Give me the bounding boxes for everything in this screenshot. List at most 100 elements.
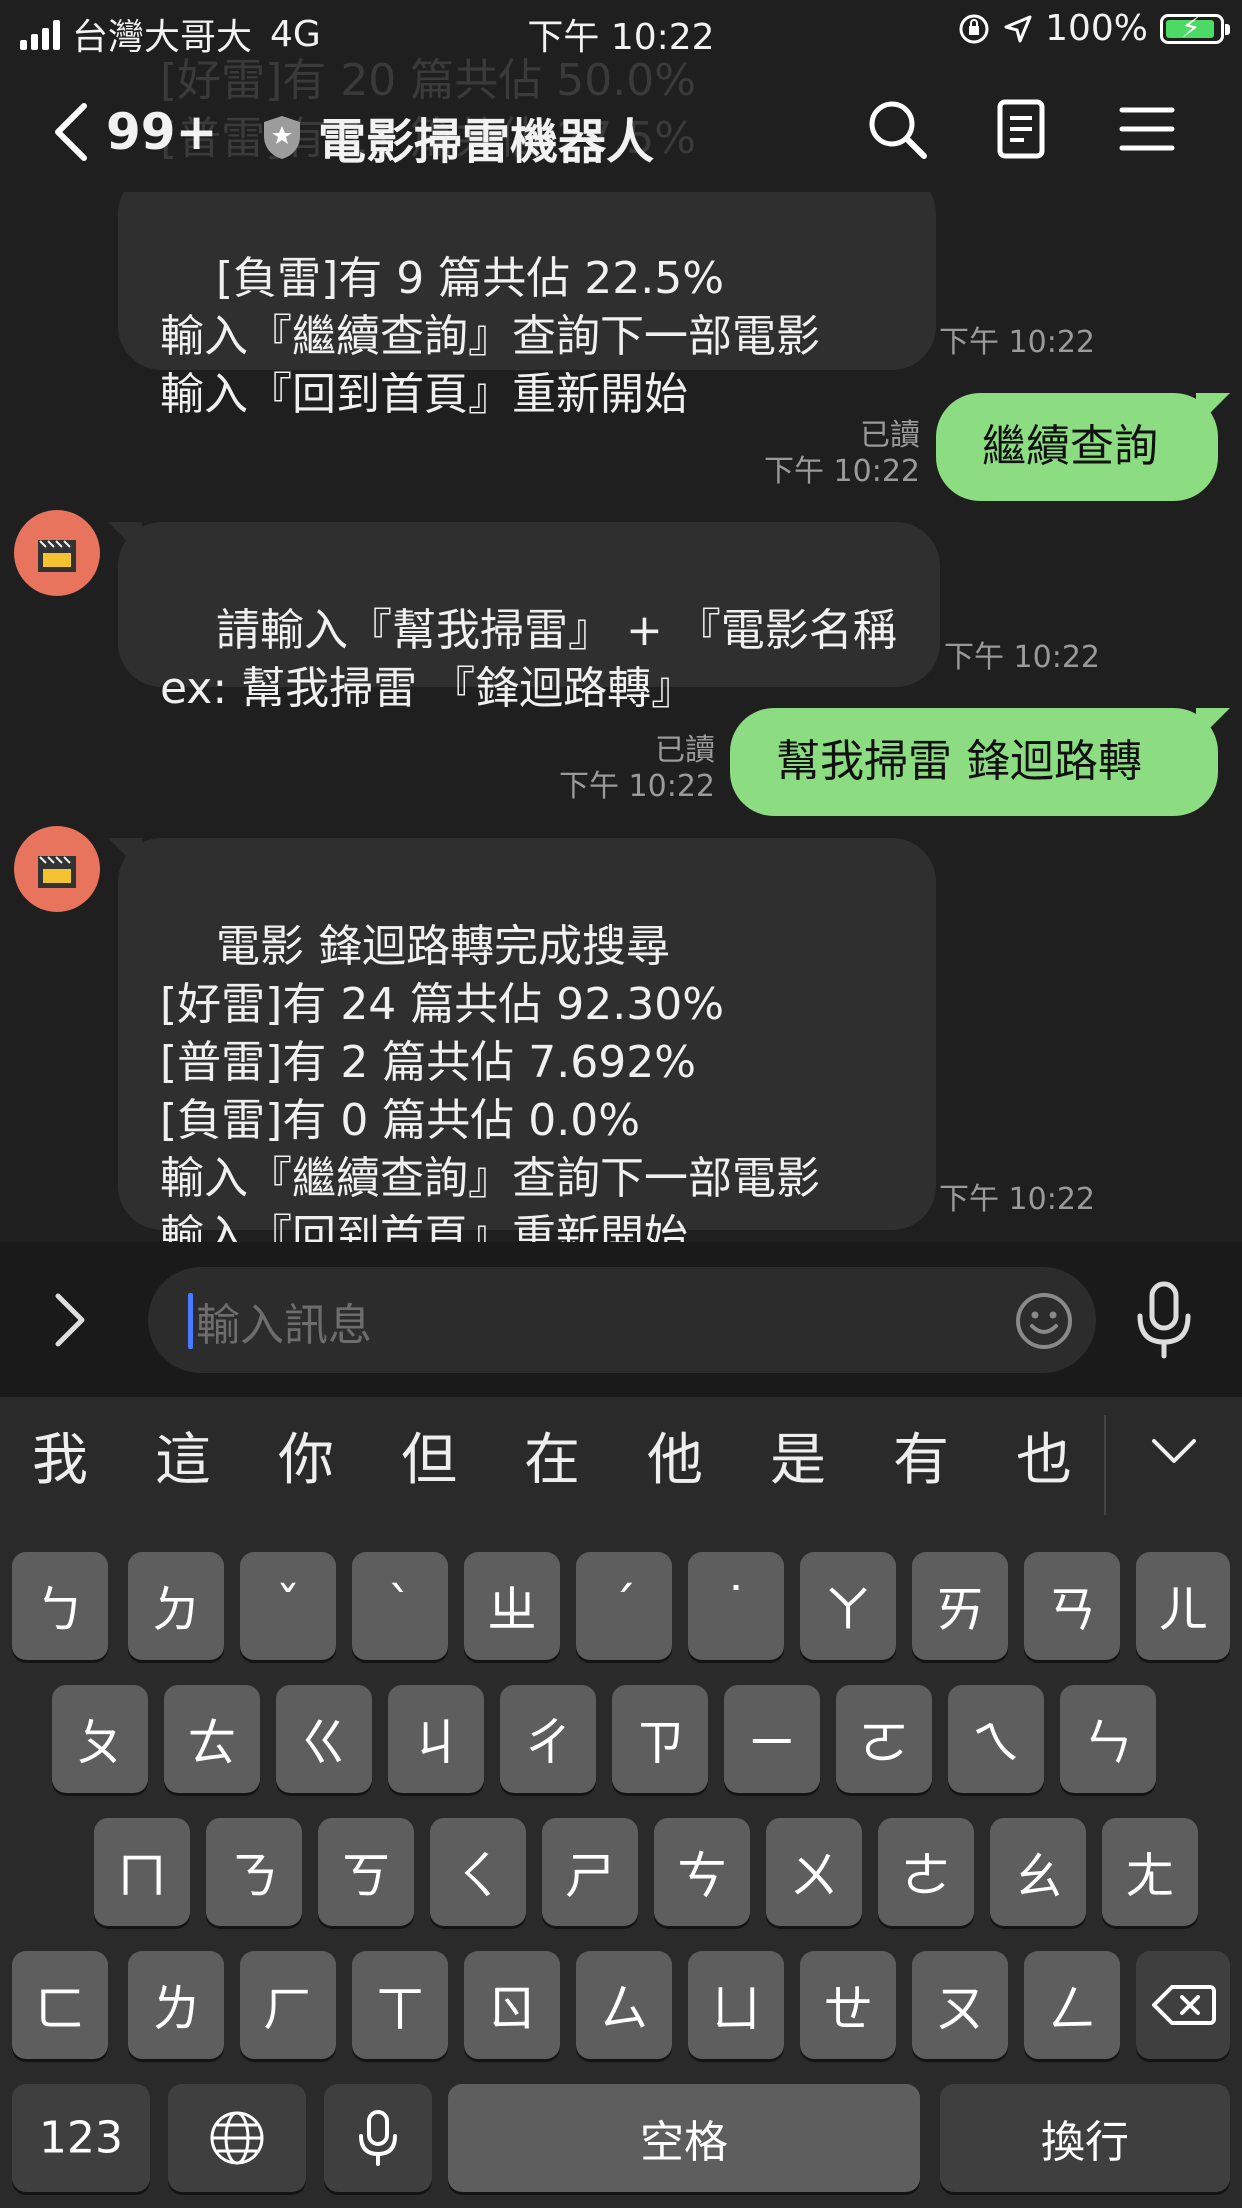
key[interactable]: ㄎ [318,1818,414,1926]
notes-icon [997,99,1045,159]
chevron-left-icon [55,103,87,161]
candidate-divider [1104,1415,1106,1515]
key[interactable]: ㄗ [612,1685,708,1793]
key[interactable]: ㄒ [352,1951,448,2059]
chat-title[interactable]: 電影掃雷機器人 [262,102,654,172]
candidate-word[interactable]: 他 [635,1415,715,1496]
key[interactable]: ㄡ [912,1951,1008,2059]
key[interactable]: ㄍ [276,1685,372,1793]
message-text: 繼續查詢 [982,421,1158,472]
globe-key[interactable] [168,2084,306,2192]
key[interactable]: ㄓ [464,1552,560,1660]
location-arrow-icon [1004,15,1032,42]
candidate-bar: 我 這 你 但 在 他 是 有 也 [0,1397,1242,1515]
message-bubble-outgoing[interactable]: 幫我掃雷 鋒迴路轉 [730,708,1218,816]
key[interactable]: ㄔ [500,1685,596,1793]
key[interactable]: ㄊ [164,1685,260,1793]
message-bubble-incoming[interactable]: 請輸入『幫我掃雷』 + 『電影名稱 ex: 幫我掃雷 『鋒迴路轉』 [118,522,940,714]
microphone-icon[interactable] [1132,1278,1196,1362]
back-button[interactable]: 99+ [52,102,217,162]
message-bubble-outgoing[interactable]: 繼續查詢 [936,393,1218,501]
key[interactable]: ㄙ [576,1951,672,2059]
message-text: 幫我掃雷 鋒迴路轉 [776,736,1142,787]
key[interactable]: ㄆ [52,1685,148,1793]
backspace-key[interactable] [1136,1951,1230,2059]
read-receipt: 已讀 下午 10:22 [559,733,715,804]
chat-header: [好雷]有 20 篇共佔 50.0% [普雷]有 11 篇共佔 27.5% 99… [0,55,1242,192]
bot-avatar[interactable] [14,510,100,596]
hamburger-menu-icon [1119,107,1175,151]
globe-icon [210,2111,264,2165]
key[interactable]: ㄦ [1136,1552,1230,1660]
keyboard: 我 這 你 但 在 他 是 有 也 ㄅ ㄉ ˇ ˋ ㄓ ˊ ˙ ㄚ ㄞ ㄢ ㄦ … [0,1397,1242,2208]
key[interactable]: ㄏ [240,1951,336,2059]
key[interactable]: ㄋ [206,1818,302,1926]
key[interactable]: ㄟ [948,1685,1044,1793]
candidate-word[interactable]: 也 [1004,1415,1084,1496]
key[interactable]: ㄐ [388,1685,484,1793]
message-bubble-incoming[interactable]: [負雷]有 9 篇共佔 22.5% 輸入『繼續查詢』查詢下一部電影 輸入『回到首… [118,170,936,420]
key[interactable]: ㄑ [430,1818,526,1926]
orientation-lock-icon [959,14,989,43]
key[interactable]: ㄨ [766,1818,862,1926]
key[interactable]: ˋ [352,1552,448,1660]
message-text: 請輸入『幫我掃雷』 + 『電影名稱 ex: 幫我掃雷 『鋒迴路轉』 [160,605,897,714]
key[interactable]: ㄩ [688,1951,784,2059]
candidate-word[interactable]: 但 [389,1415,469,1496]
message-input-bar: 輸入訊息 [0,1242,1242,1397]
key[interactable]: ˇ [240,1552,336,1660]
unread-count: 99+ [106,103,218,161]
key[interactable]: ㄛ [836,1685,932,1793]
key[interactable]: ㄉ [128,1552,224,1660]
text-caret [188,1293,193,1349]
search-button[interactable] [862,94,932,164]
backspace-icon [1152,1985,1216,2025]
key[interactable]: ㄌ [128,1951,224,2059]
clapperboard-icon [38,856,76,888]
key[interactable]: ㄠ [990,1818,1086,1926]
key[interactable]: ㄜ [878,1818,974,1926]
key[interactable]: ㄣ [1060,1685,1156,1793]
message-time: 下午 10:22 [939,325,1095,360]
key[interactable]: ㄕ [542,1818,638,1926]
message-input[interactable]: 輸入訊息 [148,1267,1096,1373]
return-key[interactable]: 換行 [940,2084,1230,2192]
key[interactable]: ㄈ [12,1951,108,2059]
key[interactable]: ㄝ [800,1951,896,2059]
message-bubble-incoming[interactable]: 電影 鋒迴路轉完成搜尋 [好雷]有 24 篇共佔 92.30% [普雷]有 2 … [118,838,936,1262]
status-bar: 台灣大哥大 4G 下午 10:22 100% ⚡ [0,0,1242,62]
microphone-icon [359,2110,397,2166]
key[interactable]: ˊ [576,1552,672,1660]
key[interactable]: ㄤ [1102,1818,1198,1926]
battery-percent: 100% [1045,8,1148,49]
battery-icon: ⚡ [1160,11,1230,44]
menu-button[interactable] [1112,94,1182,164]
read-receipt: 已讀 下午 10:22 [764,418,920,489]
notes-button[interactable] [986,94,1056,164]
numbers-key[interactable]: 123 [12,2084,150,2192]
candidate-word[interactable]: 我 [20,1415,100,1496]
key[interactable]: ㄅ [12,1552,108,1660]
candidate-word[interactable]: 這 [143,1415,223,1496]
candidate-word[interactable]: 在 [512,1415,592,1496]
key[interactable]: ㄧ [724,1685,820,1793]
key[interactable]: ㄚ [800,1552,896,1660]
key[interactable]: ㄞ [912,1552,1008,1660]
key[interactable]: ˙ [688,1552,784,1660]
expand-chevron-icon[interactable] [52,1292,88,1348]
key[interactable]: ㄖ [464,1951,560,2059]
key[interactable]: ㄘ [654,1818,750,1926]
candidate-word[interactable]: 你 [266,1415,346,1496]
candidate-word[interactable]: 有 [881,1415,961,1496]
dictation-key[interactable] [324,2084,432,2192]
key[interactable]: ㄢ [1024,1552,1120,1660]
chevron-down-icon[interactable] [1150,1437,1198,1467]
emoji-icon[interactable] [1014,1291,1074,1351]
bot-avatar[interactable] [14,826,100,912]
key[interactable]: ㄇ [94,1818,190,1926]
message-time: 下午 10:22 [939,1182,1095,1217]
candidate-word[interactable]: 是 [758,1415,838,1496]
space-key[interactable]: 空格 [448,2084,920,2192]
message-text: 電影 鋒迴路轉完成搜尋 [好雷]有 24 篇共佔 92.30% [普雷]有 2 … [160,921,820,1262]
key[interactable]: ㄥ [1024,1951,1120,2059]
